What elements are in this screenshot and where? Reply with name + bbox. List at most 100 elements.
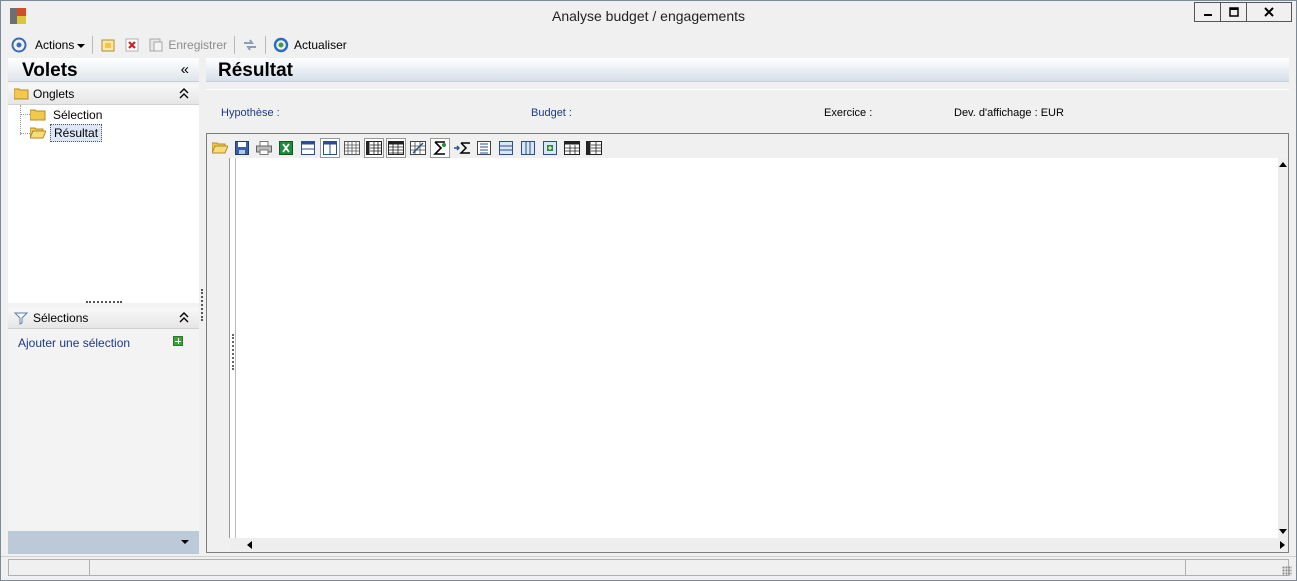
tree-connector — [20, 114, 30, 115]
new-button[interactable] — [96, 34, 120, 56]
grid-single-button[interactable] — [298, 138, 318, 158]
table-fill-button[interactable] — [408, 138, 428, 158]
scroll-left-icon[interactable] — [247, 541, 252, 549]
close-icon — [1264, 7, 1274, 17]
print-button[interactable] — [254, 138, 274, 158]
scroll-up-icon[interactable] — [1279, 162, 1287, 167]
selections-group-header[interactable]: Sélections — [8, 308, 199, 329]
actions-icon-button[interactable] — [7, 34, 31, 56]
table-icon — [366, 141, 382, 155]
chevron-up-double-icon[interactable] — [179, 312, 189, 324]
sum-button[interactable] — [430, 138, 450, 158]
filter-icon — [14, 312, 28, 325]
main-header: Résultat — [206, 58, 1289, 82]
new-icon — [101, 39, 115, 51]
side-panel: Volets « Onglets Sélection Résultat Séle… — [8, 58, 199, 554]
onglets-title: Onglets — [33, 87, 75, 101]
chevron-down-icon[interactable] — [181, 540, 189, 544]
refresh-icon — [273, 37, 289, 52]
sum-icon — [433, 141, 446, 155]
collapse-button[interactable] — [562, 138, 582, 158]
chevron-down-icon — [77, 43, 86, 48]
refresh-label: Actualiser — [294, 37, 347, 52]
tree-item-label: Sélection — [53, 107, 103, 122]
rows-icon — [344, 141, 360, 155]
open-folder-button[interactable] — [210, 138, 230, 158]
window-controls — [1194, 2, 1292, 23]
excel-icon — [279, 141, 293, 155]
collapse-panel-icon[interactable]: « — [181, 61, 189, 78]
delete-button[interactable] — [120, 34, 144, 56]
status-panel — [1185, 559, 1289, 576]
maximize-icon — [1228, 7, 1239, 17]
toolbar-separator — [92, 35, 94, 54]
save-grid-button[interactable] — [232, 138, 252, 158]
split-columns-icon — [521, 141, 535, 155]
side-panel-title: Volets — [22, 60, 78, 81]
page-title: Résultat — [218, 60, 293, 81]
selections-area — [8, 330, 199, 530]
onglets-group-header[interactable]: Onglets — [8, 84, 199, 105]
exercice-label: Exercice : — [824, 107, 873, 119]
hypothese-label[interactable]: Hypothèse : — [221, 107, 280, 119]
pane-resize-grip[interactable] — [86, 301, 122, 303]
folder-icon — [14, 88, 29, 100]
add-icon[interactable] — [173, 336, 183, 346]
grid-splitter[interactable] — [232, 334, 234, 370]
title-bar: Analyse budget / engagements — [1, 1, 1296, 31]
scroll-down-icon[interactable] — [1279, 529, 1287, 534]
collapse-icon — [564, 141, 580, 155]
columns-icon — [323, 141, 337, 155]
merge-rows-button[interactable] — [496, 138, 516, 158]
table-button[interactable] — [364, 138, 384, 158]
print-icon — [256, 141, 272, 155]
side-panel-header: Volets « — [8, 58, 199, 82]
refresh-button[interactable]: Actualiser — [269, 34, 351, 56]
actions-label: Actions — [35, 37, 75, 52]
resize-grip-icon[interactable] — [1282, 566, 1292, 576]
columns-button[interactable] — [320, 138, 340, 158]
scroll-right-icon[interactable] — [1280, 541, 1285, 549]
side-panel-footer — [8, 531, 199, 554]
grid-single-icon — [301, 141, 315, 155]
sync-button[interactable] — [238, 34, 262, 56]
tree-connector — [20, 133, 30, 134]
actions-menu[interactable]: Actions — [31, 34, 89, 56]
rows-button[interactable] — [342, 138, 362, 158]
add-selection-link[interactable]: Ajouter une sélection — [18, 336, 130, 350]
table-grid-button[interactable] — [386, 138, 406, 158]
info-bar: Hypothèse : Budget : Exercice : Dev. d'a… — [206, 89, 1289, 129]
table-fill-icon — [410, 141, 426, 155]
expand-button[interactable] — [540, 138, 560, 158]
maximize-button[interactable] — [1220, 2, 1247, 22]
freeze-button[interactable] — [584, 138, 604, 158]
tree-item-resultat[interactable]: Résultat — [30, 123, 103, 142]
grid-toolbar — [210, 137, 606, 159]
actions-icon — [11, 37, 27, 52]
chevron-up-double-icon[interactable] — [179, 88, 189, 100]
save-button[interactable]: Enregistrer — [144, 34, 231, 56]
split-columns-button[interactable] — [518, 138, 538, 158]
expand-icon — [543, 141, 557, 155]
list-button[interactable] — [474, 138, 494, 158]
result-grid[interactable] — [229, 158, 1278, 538]
insert-sum-button[interactable] — [452, 138, 472, 158]
minimize-button[interactable] — [1194, 2, 1221, 22]
panel-splitter[interactable] — [201, 289, 203, 321]
folder-icon — [30, 109, 46, 121]
tree-item-selection[interactable]: Sélection — [30, 106, 105, 123]
merge-rows-icon — [499, 141, 513, 155]
excel-button[interactable] — [276, 138, 296, 158]
budget-label[interactable]: Budget : — [531, 107, 572, 119]
sync-icon — [244, 38, 257, 51]
delete-icon — [125, 38, 139, 51]
horizontal-scrollbar[interactable] — [229, 538, 1288, 551]
tree-item-label: Résultat — [50, 123, 103, 142]
freeze-icon — [586, 141, 602, 155]
app-window: Analyse budget / engagements Actions Enr… — [0, 0, 1297, 581]
main-toolbar: Actions Enregistrer Actualiser — [1, 32, 1296, 57]
vertical-scrollbar[interactable] — [1278, 158, 1288, 538]
toolbar-separator — [265, 35, 267, 54]
close-button[interactable] — [1246, 2, 1292, 22]
status-bar — [1, 556, 1296, 580]
